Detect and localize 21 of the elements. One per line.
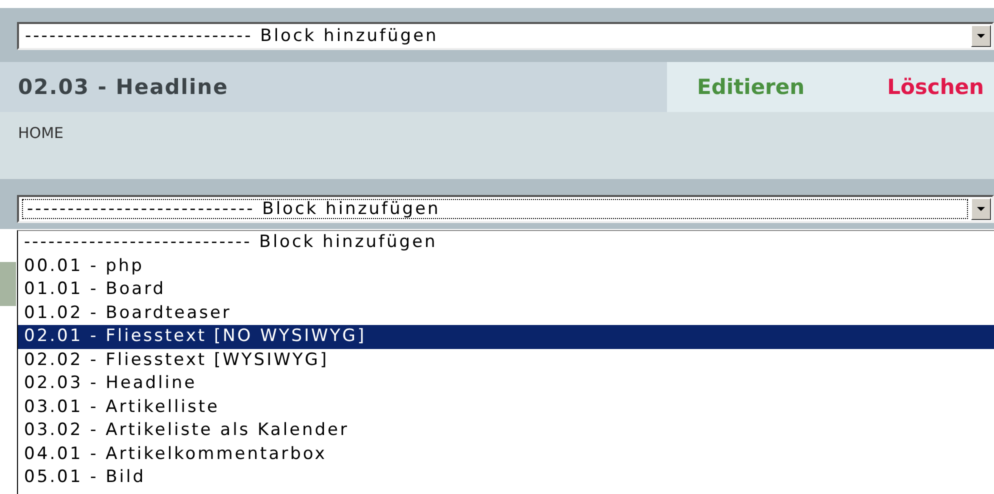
dropdown-option[interactable]: 05.01 - Bild	[18, 466, 994, 490]
dropdown-option[interactable]: 03.02 - Artikeliste als Kalender	[18, 419, 994, 442]
caret-icon	[977, 34, 985, 38]
block-select[interactable]: ---------------------------- Block hinzufügen	[17, 22, 994, 50]
dropdown-option[interactable]: 04.01 - Artikelkommentarbox	[18, 442, 994, 466]
delete-link[interactable]: Löschen	[887, 75, 984, 99]
dropdown-button[interactable]	[971, 198, 991, 220]
dropdown-button[interactable]	[971, 25, 991, 47]
dropdown-option[interactable]: 02.03 - Headline	[18, 372, 994, 396]
page-panel	[0, 262, 16, 306]
dropdown-option[interactable]: 01.01 - Board	[18, 278, 994, 302]
dropdown-option[interactable]: 02.02 - Fliesstext [WYSIWYG]	[18, 348, 994, 372]
dropdown-option[interactable]: 03.01 - Artikelliste	[18, 396, 994, 419]
caret-icon	[977, 207, 985, 211]
dropdown-option[interactable]: ---------------------------- Block hinzufügen	[18, 231, 994, 254]
dropdown-option[interactable]: 01.02 - Boardteaser	[18, 302, 994, 325]
dropdown-option[interactable]: 00.01 - php	[18, 254, 994, 278]
block-content: HOME	[18, 124, 64, 142]
block-title: 02.03 - Headline	[17, 75, 230, 99]
dropdown-option[interactable]: 02.01 - Fliesstext [NO WYSIWYG]	[18, 325, 994, 348]
add-block-select[interactable]: ---------------------------- Block hinzufügen	[17, 195, 994, 223]
